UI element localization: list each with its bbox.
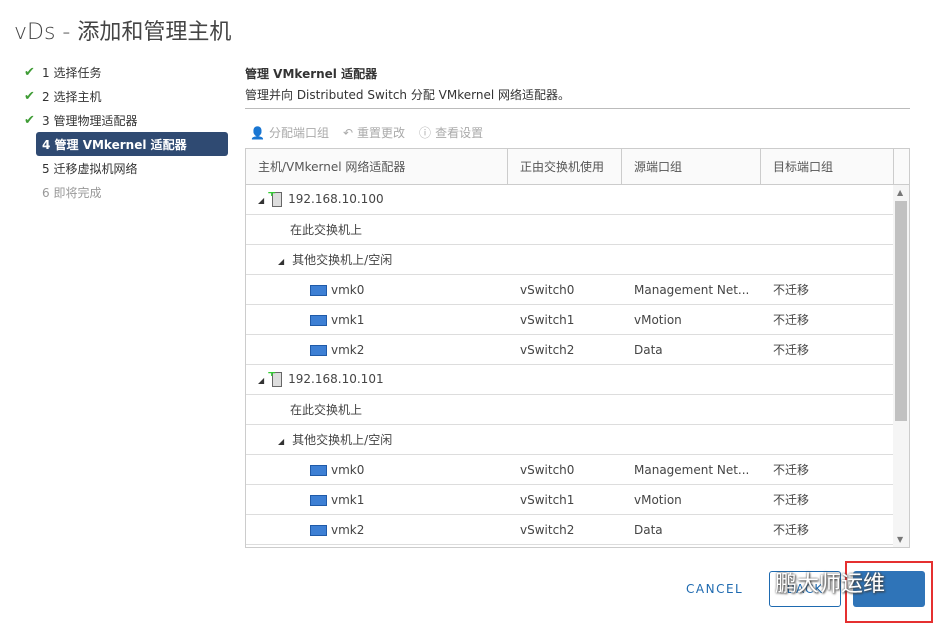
cell: Management Net... (634, 282, 750, 297)
collapse-icon[interactable]: ◢ (278, 257, 284, 266)
cell: 不迁移 (773, 493, 810, 507)
column-header[interactable]: 源端口组 (622, 149, 761, 184)
group-row[interactable]: 在此交换机上 (246, 215, 894, 245)
wizard-steps: ✔ 1 选择任务 ✔ 2 选择主机 ✔ 3 管理物理适配器 4 管理 VMkernel 适配… (22, 60, 228, 204)
cell: 不迁移 (773, 343, 810, 357)
view-settings-button[interactable]: ⓘ 查看设置 (419, 124, 483, 141)
step-6: 6 即将完成 (22, 180, 228, 204)
column-header[interactable]: 主机/VMkernel 网络适配器 (246, 149, 508, 184)
assign-port-group-button[interactable]: 👤 分配端口组 (250, 124, 329, 141)
collapse-icon[interactable]: ◢ (258, 196, 264, 205)
network-adapter-icon (310, 314, 327, 326)
column-header[interactable]: 正由交换机使用 (508, 149, 622, 184)
grid-body: ◢192.168.10.100在此交换机上◢其他交换机上/空闲vmk0vSwit… (246, 185, 909, 545)
adapter-row[interactable]: vmk2 vSwitch2 Data 不迁移 (246, 515, 894, 545)
adapter-row[interactable]: vmk2 vSwitch2 Data 不迁移 (246, 335, 894, 365)
scrollbar[interactable]: ▲ ▼ (893, 185, 909, 547)
toolbar: 👤 分配端口组 ↶ 重置更改 ⓘ 查看设置 (250, 124, 483, 141)
group-row[interactable]: 在此交换机上 (246, 395, 894, 425)
host-row[interactable]: ◢192.168.10.101 (246, 365, 894, 395)
cell: Management Net... (634, 462, 750, 477)
scroll-up-icon[interactable]: ▲ (897, 188, 903, 197)
cell: vSwitch1 (520, 312, 575, 327)
network-adapter-icon (310, 464, 327, 476)
step-label: 3 管理物理适配器 (42, 113, 138, 128)
cell: vMotion (634, 312, 682, 327)
cell: vSwitch0 (520, 462, 575, 477)
cancel-button[interactable]: CANCEL (686, 582, 743, 596)
cell: Data (634, 522, 663, 537)
adapter-row[interactable]: vmk0 vSwitch0 Management Net... 不迁移 (246, 275, 894, 305)
dialog-title: vDs - 添加和管理主机 (14, 20, 232, 45)
network-adapter-icon (310, 494, 327, 506)
step-label: 2 选择主机 (42, 89, 102, 104)
cell: vSwitch0 (520, 282, 575, 297)
scrollbar-thumb[interactable] (895, 201, 907, 421)
host-row[interactable]: ◢192.168.10.100 (246, 185, 894, 215)
info-icon: ⓘ (419, 126, 432, 140)
adapter-row[interactable]: vmk1 vSwitch1 vMotion 不迁移 (246, 305, 894, 335)
cell: 不迁移 (773, 313, 810, 327)
collapse-icon[interactable]: ◢ (258, 376, 264, 385)
step-5[interactable]: 5 迁移虚拟机网络 (22, 156, 228, 180)
cell: 不迁移 (773, 283, 810, 297)
adapter-row[interactable]: vmk0 vSwitch0 Management Net... 不迁移 (246, 455, 894, 485)
step-label: 4 管理 VMkernel 适配器 (42, 137, 187, 152)
adapter-row[interactable]: vmk1 vSwitch1 vMotion 不迁移 (246, 485, 894, 515)
group-row[interactable]: ◢ 其他交换机上/空闲 (246, 245, 894, 275)
scroll-down-icon[interactable]: ▼ (897, 535, 903, 544)
cell: vMotion (634, 492, 682, 507)
divider (245, 108, 910, 109)
step-label: 6 即将完成 (42, 185, 102, 200)
step-label: 1 选择任务 (42, 65, 102, 80)
reset-changes-button[interactable]: ↶ 重置更改 (343, 124, 405, 141)
assign-icon: 👤 (250, 126, 265, 140)
check-icon: ✔ (24, 64, 35, 80)
column-header[interactable]: 目标端口组 (761, 149, 894, 184)
adapter-grid: 主机/VMkernel 网络适配器 正由交换机使用 源端口组 目标端口组 ◢19… (245, 148, 910, 548)
cell: 不迁移 (773, 523, 810, 537)
host-icon (267, 372, 283, 387)
step-label: 5 迁移虚拟机网络 (42, 161, 138, 176)
network-adapter-icon (310, 284, 327, 296)
cell: 不迁移 (773, 463, 810, 477)
step-4[interactable]: 4 管理 VMkernel 适配器 (36, 132, 228, 156)
step-2[interactable]: ✔ 2 选择主机 (22, 84, 228, 108)
section-heading: 管理 VMkernel 适配器 (245, 67, 378, 81)
grid-header: 主机/VMkernel 网络适配器 正由交换机使用 源端口组 目标端口组 (246, 149, 909, 185)
network-adapter-icon (310, 344, 327, 356)
host-icon (267, 192, 283, 207)
group-row[interactable]: ◢ 其他交换机上/空闲 (246, 425, 894, 455)
collapse-icon[interactable]: ◢ (278, 437, 284, 446)
step-1[interactable]: ✔ 1 选择任务 (22, 60, 228, 84)
check-icon: ✔ (24, 112, 35, 128)
undo-icon: ↶ (342, 126, 354, 140)
cell: vSwitch1 (520, 492, 575, 507)
check-icon: ✔ (24, 88, 35, 104)
watermark: 鹏大师运维 (775, 572, 886, 597)
cell: Data (634, 342, 663, 357)
cell: vSwitch2 (520, 342, 575, 357)
section-description: 管理并向 Distributed Switch 分配 VMkernel 网络适配… (245, 88, 570, 102)
cell: vSwitch2 (520, 522, 575, 537)
step-3[interactable]: ✔ 3 管理物理适配器 (22, 108, 228, 132)
network-adapter-icon (310, 524, 327, 536)
